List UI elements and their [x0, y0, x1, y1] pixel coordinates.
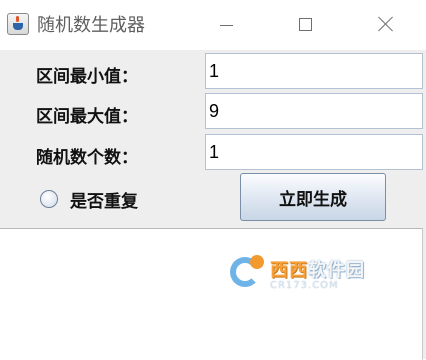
- max-value-label: 区间最大值：: [36, 107, 138, 127]
- max-value-input[interactable]: [205, 93, 423, 129]
- form-panel: 区间最小值： 区间最大值： 随机数个数： 是否重复 立即生成: [0, 50, 426, 360]
- repeat-radio[interactable]: [40, 190, 58, 208]
- count-label: 随机数个数：: [36, 148, 138, 168]
- repeat-option[interactable]: 是否重复: [40, 187, 138, 212]
- count-input[interactable]: [205, 134, 423, 170]
- min-value-input[interactable]: [205, 53, 423, 89]
- java-cup-icon: [7, 13, 29, 35]
- title-bar: 随机数生成器: [0, 0, 426, 50]
- minimize-icon: [219, 24, 233, 26]
- generate-button[interactable]: 立即生成: [240, 173, 386, 221]
- watermark: 西西软件园 CR173.COM: [228, 252, 408, 294]
- repeat-label: 是否重复: [70, 191, 138, 212]
- maximize-button[interactable]: [287, 9, 323, 39]
- watermark-logo-icon: [228, 253, 268, 293]
- minimize-button[interactable]: [208, 9, 244, 39]
- close-button[interactable]: [368, 9, 404, 39]
- maximize-icon: [298, 17, 312, 31]
- window-title: 随机数生成器: [37, 15, 145, 36]
- watermark-subtext: CR173.COM: [270, 279, 339, 291]
- min-value-label: 区间最小值：: [36, 67, 138, 87]
- result-output-area[interactable]: [0, 228, 423, 360]
- watermark-text: 西西软件园: [270, 259, 365, 281]
- close-icon: [378, 16, 394, 32]
